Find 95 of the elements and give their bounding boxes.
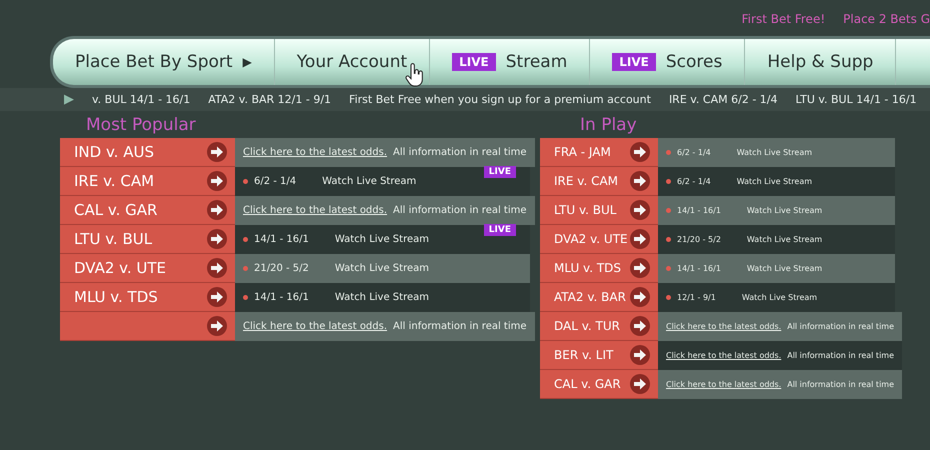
nav-item[interactable]: LIVE Scores (590, 39, 746, 85)
nav-item[interactable]: Help & Supp (745, 39, 896, 85)
odds-text: 6/2 - 1/4 (677, 148, 711, 157)
status-dot (666, 150, 671, 155)
odds-text: 14/1 - 16/1 (677, 206, 721, 215)
info-text: All information in real time (787, 322, 894, 331)
latest-odds-link[interactable]: Click here to the latest odds. (243, 321, 388, 332)
ticker-text: First Bet Free when you sign up for a premium account (349, 93, 651, 106)
status-dot (666, 295, 671, 300)
status-dot (666, 208, 671, 213)
odds-text: 6/2 - 1/4 (677, 177, 711, 186)
watch-stream-text[interactable]: Watch Live Stream (742, 293, 818, 302)
nav-item[interactable]: LIVE Stream (430, 39, 590, 85)
arrow-right-icon[interactable] (207, 316, 227, 336)
info-text: All information in real time (393, 321, 527, 332)
watch-stream-text[interactable]: Watch Live Stream (736, 177, 812, 186)
odds-text: 21/20 - 5/2 (677, 235, 721, 244)
odds-text: 21/20 - 5/2 (254, 263, 309, 274)
odds-text: 12/1 - 9/1 (677, 293, 716, 302)
promo-link[interactable]: Place 2 Bets G (843, 12, 930, 26)
arrow-right-icon[interactable] (630, 200, 650, 220)
caret-icon: ▶ (242, 55, 252, 69)
match-button[interactable]: FRA - JAM (540, 138, 658, 167)
status-dot (243, 179, 248, 184)
status-dot (666, 179, 671, 184)
ticker-text: v. BUL 14/1 - 16/1 (92, 93, 190, 106)
match-button[interactable]: MLU v. TDS (540, 254, 658, 283)
arrow-right-icon[interactable] (207, 287, 227, 307)
promo-link[interactable]: First Bet Free! (742, 12, 826, 26)
hand-cursor-icon (405, 63, 425, 89)
info-text: All information in real time (393, 147, 527, 158)
arrow-right-icon[interactable] (207, 171, 227, 191)
live-badge: LIVE (484, 224, 516, 236)
watch-stream-text[interactable]: Watch Live Stream (334, 292, 429, 303)
odds-text: 6/2 - 1/4 (254, 176, 296, 187)
section-heading: Most Popular (85, 114, 197, 137)
odds-text: 14/1 - 16/1 (254, 292, 309, 303)
match-button[interactable]: CAL v. GAR (540, 370, 658, 399)
match-button[interactable]: IRE v. CAM (60, 167, 235, 196)
nav-label: Stream (506, 52, 568, 72)
match-button[interactable]: LTU v. BUL (540, 196, 658, 225)
arrow-right-icon[interactable] (630, 287, 650, 307)
arrow-right-icon[interactable] (630, 345, 650, 365)
arrow-right-icon[interactable] (207, 229, 227, 249)
ticker-text: LTU v. BUL 14/1 - 16/1 (795, 93, 917, 106)
live-badge: LIVE (484, 166, 516, 178)
nav-item[interactable]: Place Bet By Sport ▶ (53, 39, 275, 85)
status-dot (243, 266, 248, 271)
odds-text: 14/1 - 16/1 (254, 234, 309, 245)
watch-stream-text[interactable]: Watch Live Stream (746, 264, 822, 273)
latest-odds-link[interactable]: Click here to the latest odds. (666, 380, 782, 389)
ticker-text: IRE v. CAM 6/2 - 1/4 (668, 93, 778, 106)
info-text: All information in real time (393, 205, 527, 216)
section-heading: In Play (579, 114, 638, 137)
ticker-text: ATA2 v. BAR 12/1 - 9/1 (208, 93, 332, 106)
watch-stream-text[interactable]: Watch Live Stream (334, 263, 429, 274)
match-button[interactable]: ATA2 v. BAR (540, 283, 658, 312)
match-button[interactable]: CAL v. GAR (60, 196, 235, 225)
live-badge: LIVE (452, 53, 496, 71)
latest-odds-link[interactable]: Click here to the latest odds. (243, 205, 388, 216)
arrow-right-icon[interactable] (630, 374, 650, 394)
arrow-right-icon[interactable] (630, 316, 650, 336)
odds-text: 14/1 - 16/1 (677, 264, 721, 273)
watch-stream-text[interactable]: Watch Live Stream (334, 234, 429, 245)
match-button[interactable]: BER v. LIT (540, 341, 658, 370)
status-dot (666, 266, 671, 271)
arrow-right-icon[interactable] (207, 142, 227, 162)
latest-odds-link[interactable]: Click here to the latest odds. (666, 351, 782, 360)
arrow-right-icon[interactable] (207, 258, 227, 278)
status-dot (243, 295, 248, 300)
info-text: All information in real time (787, 380, 894, 389)
match-button[interactable]: LTU v. BUL (60, 225, 235, 254)
latest-odds-link[interactable]: Click here to the latest odds. (243, 147, 388, 158)
arrow-right-icon[interactable] (630, 229, 650, 249)
status-dot (666, 237, 671, 242)
watch-stream-text[interactable]: Watch Live Stream (746, 206, 822, 215)
match-button[interactable]: DAL v. TUR (540, 312, 658, 341)
match-button[interactable]: IRE v. CAM (540, 167, 658, 196)
arrow-right-icon[interactable] (630, 258, 650, 278)
match-button[interactable]: DVA2 v. UTE (60, 254, 235, 283)
status-dot (243, 237, 248, 242)
watch-stream-text[interactable]: Watch Live Stream (746, 235, 822, 244)
nav-label: Scores (666, 52, 722, 72)
watch-stream-text[interactable]: Watch Live Stream (322, 176, 416, 187)
match-button[interactable]: DVA2 v. UTE (540, 225, 658, 254)
arrow-right-icon[interactable] (207, 200, 227, 220)
arrow-right-icon[interactable] (630, 171, 650, 191)
play-icon: ▶ (64, 92, 74, 107)
arrow-right-icon[interactable] (630, 142, 650, 162)
latest-odds-link[interactable]: Click here to the latest odds. (666, 322, 782, 331)
live-badge: LIVE (612, 53, 656, 71)
watch-stream-text[interactable]: Watch Live Stream (736, 148, 812, 157)
match-button[interactable]: MLU v. TDS (60, 283, 235, 312)
info-text: All information in real time (787, 351, 894, 360)
match-button[interactable]: IND v. AUS (60, 138, 235, 167)
